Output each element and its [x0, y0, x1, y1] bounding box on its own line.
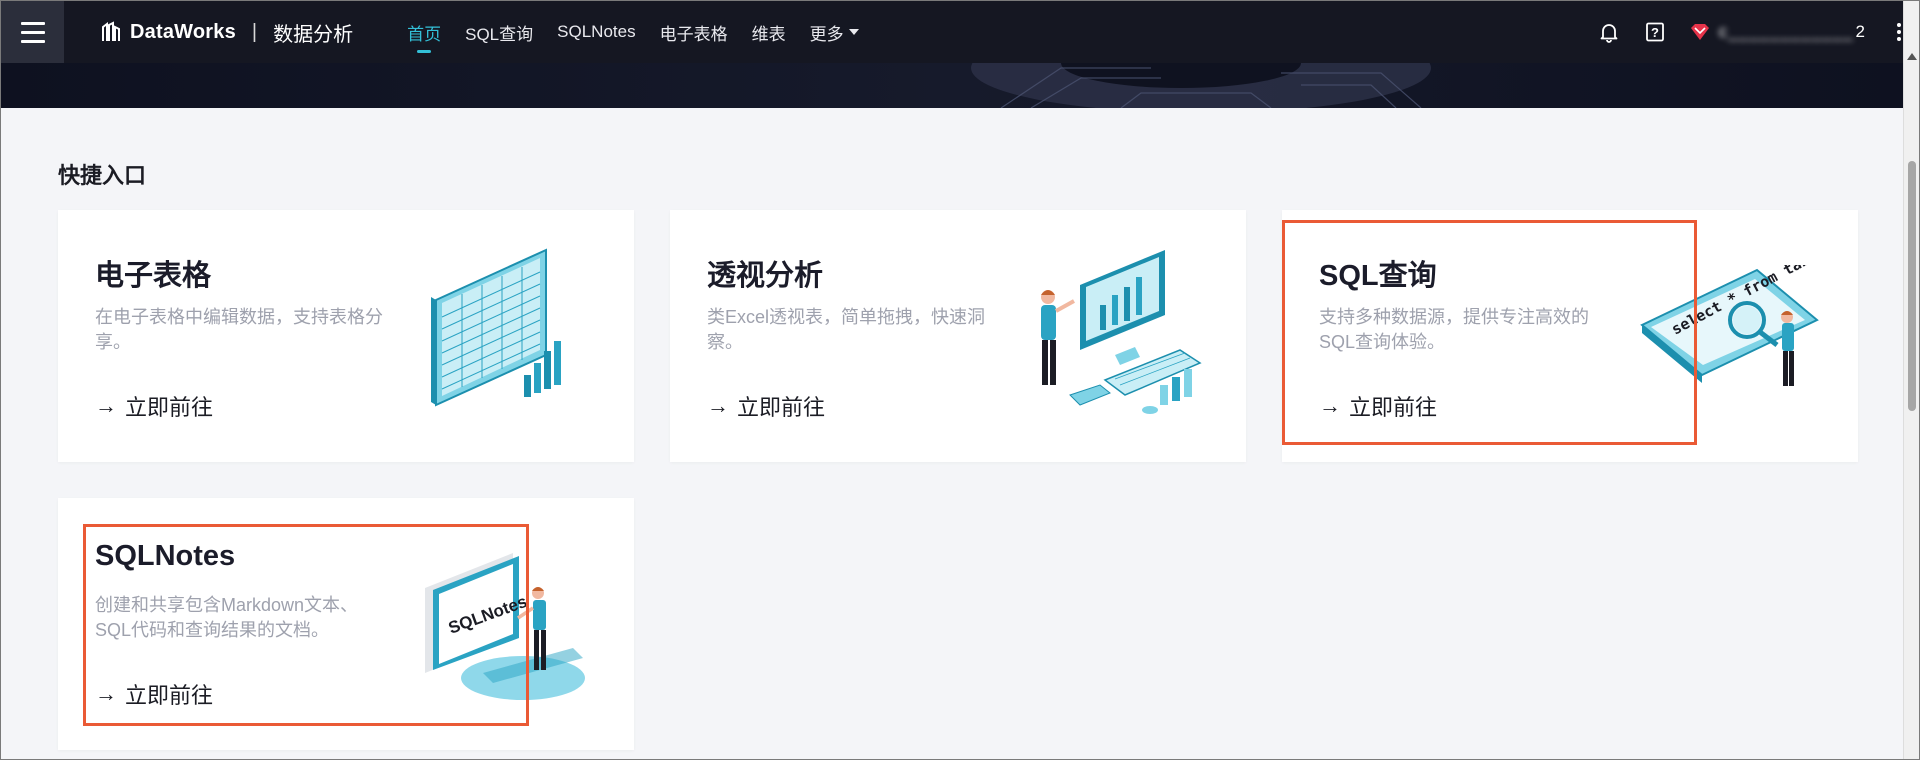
sqlnotes-illustration: SQLNotes: [425, 553, 585, 700]
help-icon[interactable]: ?: [1643, 20, 1667, 44]
user-name-blurred: c____________: [1718, 22, 1854, 41]
card-title: SQL查询: [1319, 260, 1437, 292]
scroll-up-arrow-icon[interactable]: [1907, 53, 1917, 60]
arrow-right-icon: →: [95, 393, 117, 418]
svg-text:?: ?: [1651, 25, 1659, 40]
card-sql-query[interactable]: SQL查询 支持多种数据源，提供专注高效的SQL查询体验。 → 立即前往 sel…: [1282, 210, 1858, 462]
brand-name: DataWorks: [130, 20, 236, 43]
card-go-link[interactable]: → 立即前往: [95, 390, 213, 422]
card-title: SQLNotes: [95, 540, 236, 572]
user-badge-icon: [1690, 24, 1709, 40]
card-description: 类Excel透视表，简单拖拽，快速洞察。: [707, 307, 986, 352]
nav-spreadsheet[interactable]: 电子表格: [660, 1, 728, 63]
arrow-right-icon: →: [1319, 393, 1341, 418]
card-go-link[interactable]: → 立即前往: [707, 390, 825, 422]
card-title: 透视分析: [707, 260, 824, 292]
header-tools: ? c____________ 2: [1597, 1, 1903, 63]
pivot-analysis-illustration: [1041, 250, 1202, 414]
user-name-tail: 2: [1855, 22, 1865, 41]
card-link-label: 立即前往: [125, 683, 214, 708]
more-vertical-icon[interactable]: [1895, 23, 1903, 41]
scroll-thumb[interactable]: [1908, 161, 1916, 411]
card-link-label: 立即前往: [125, 395, 214, 420]
card-title: 电子表格: [95, 260, 212, 292]
top-navigation-bar: DataWorks | 数据分析 首页 SQL查询 SQLNotes 电子表格 …: [1, 1, 1919, 63]
card-description: 在电子表格中编辑数据，支持表格分享。: [95, 307, 383, 352]
nav-more[interactable]: 更多: [810, 1, 859, 63]
card-description: 支持多种数据源，提供专注高效的SQL查询体验。: [1319, 307, 1589, 352]
hero-banner: [1, 63, 1906, 108]
nav-more-label: 更多: [809, 24, 844, 44]
arrow-right-icon: →: [95, 681, 117, 706]
nav-sqlnotes[interactable]: SQLNotes: [557, 1, 635, 63]
nav-sql-query[interactable]: SQL查询: [465, 1, 533, 63]
nav-dimension-table[interactable]: 维表: [752, 1, 786, 63]
card-pivot-analysis[interactable]: 透视分析 类Excel透视表，简单拖拽，快速洞察。 → 立即前往: [670, 210, 1246, 462]
sql-query-illustration: select * from table: [1640, 265, 1827, 386]
card-description: 创建和共享包含Markdown文本、SQL代码和查询结果的文档。: [95, 595, 359, 640]
card-link-label: 立即前往: [737, 395, 826, 420]
product-name: 数据分析: [273, 23, 354, 46]
main-nav: 首页 SQL查询 SQLNotes 电子表格 维表 更多: [407, 1, 882, 63]
card-link-label: 立即前往: [1349, 395, 1438, 420]
bell-icon[interactable]: [1597, 20, 1621, 44]
vertical-scrollbar[interactable]: [1903, 1, 1919, 759]
app-window: DataWorks | 数据分析 首页 SQL查询 SQLNotes 电子表格 …: [0, 0, 1920, 760]
user-menu[interactable]: c____________ 2: [1689, 21, 1865, 43]
arrow-right-icon: →: [707, 393, 729, 418]
nav-home[interactable]: 首页: [407, 1, 441, 63]
card-go-link[interactable]: → 立即前往: [1319, 390, 1437, 422]
menu-icon[interactable]: [1, 1, 64, 63]
brand-separator: |: [251, 20, 258, 43]
card-spreadsheet[interactable]: 电子表格 在电子表格中编辑数据，支持表格分享。 → 立即前往: [58, 210, 634, 462]
section-title-shortcuts: 快捷入口: [58, 163, 147, 188]
card-sqlnotes[interactable]: SQLNotes 创建和共享包含Markdown文本、SQL代码和查询结果的文档…: [58, 498, 634, 750]
spreadsheet-illustration: [431, 248, 561, 407]
brand[interactable]: DataWorks | 数据分析: [100, 18, 353, 47]
banner-decoration: [1, 63, 1906, 108]
card-go-link[interactable]: → 立即前往: [95, 678, 213, 710]
dataworks-logo-icon: [102, 21, 120, 41]
chevron-down-icon: [848, 29, 859, 35]
